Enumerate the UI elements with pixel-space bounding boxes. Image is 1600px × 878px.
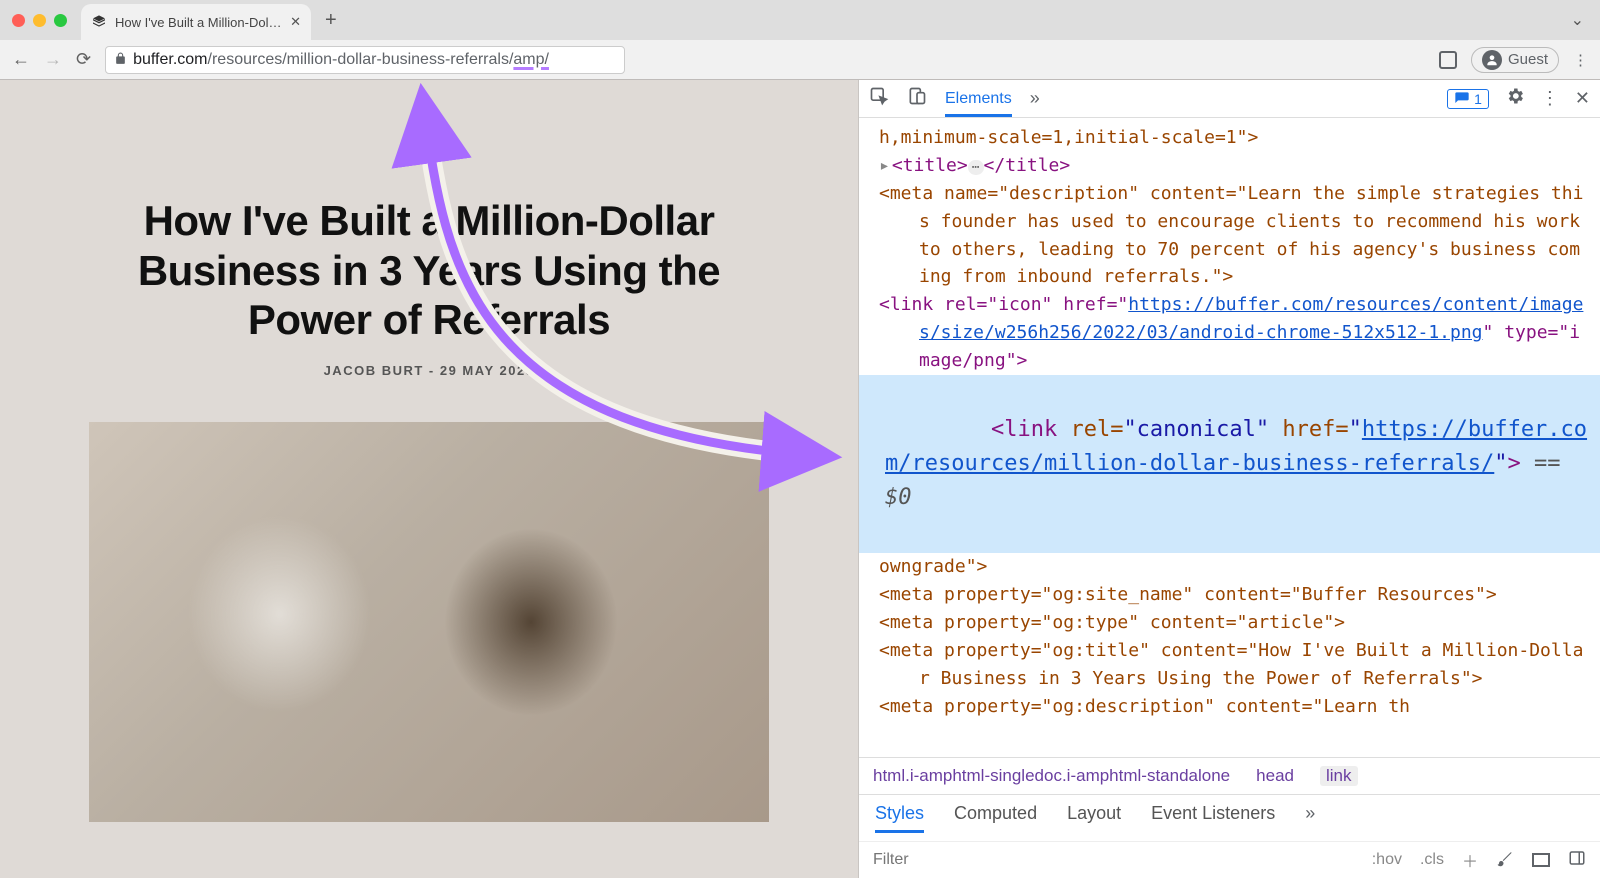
issues-count: 1 — [1474, 91, 1482, 107]
code-line[interactable]: <link rel="icon" href="https://buffer.co… — [859, 291, 1600, 375]
buffer-favicon-icon — [91, 14, 107, 30]
code-line[interactable]: <meta name="description" content="Learn … — [859, 180, 1600, 292]
devtools-panel: Elements » 1 ⋮ ✕ h,minimum-scale=1,initi… — [858, 80, 1600, 878]
tab-title: How I've Built a Million-Dollar B — [115, 15, 282, 30]
tab-elements[interactable]: Elements — [945, 90, 1012, 108]
url-path: /resources/million-dollar-business-refer… — [208, 51, 514, 68]
device-toggle-icon[interactable] — [907, 86, 927, 111]
kebab-menu-icon[interactable]: ⋮ — [1573, 51, 1588, 69]
buffer-logo-icon[interactable] — [0, 130, 858, 168]
tab-computed[interactable]: Computed — [954, 803, 1037, 833]
profile-button[interactable]: Guest — [1471, 47, 1559, 73]
breadcrumb-root[interactable]: html.i-amphtml-singledoc.i-amphtml-stand… — [873, 766, 1230, 786]
tab-bar: How I've Built a Million-Dollar B ✕ + ⌄ — [0, 0, 1600, 40]
lock-icon — [114, 52, 127, 68]
new-style-icon[interactable]: ＋ — [1462, 848, 1478, 872]
tab-layout[interactable]: Layout — [1067, 803, 1121, 833]
minimize-window-button[interactable] — [33, 14, 46, 27]
hero-image — [89, 422, 769, 822]
code-line-title[interactable]: ▸<title>⋯</title> — [859, 152, 1600, 180]
issues-badge[interactable]: 1 — [1447, 89, 1489, 109]
inspect-icon[interactable] — [869, 86, 889, 111]
hov-toggle[interactable]: :hov — [1372, 851, 1402, 869]
devtools-close-icon[interactable]: ✕ — [1575, 88, 1590, 109]
settings-gear-icon[interactable] — [1505, 86, 1525, 111]
styles-overflow-icon[interactable]: » — [1305, 803, 1315, 833]
maximize-window-button[interactable] — [54, 14, 67, 27]
styles-filter-input[interactable] — [873, 851, 973, 869]
computed-box-icon[interactable] — [1532, 853, 1550, 867]
article: How I've Built a Million-Dollar Business… — [0, 80, 858, 822]
devtools-tabbar: Elements » 1 ⋮ ✕ — [859, 80, 1600, 118]
new-tab-button[interactable]: + — [325, 9, 337, 32]
tab-event-listeners[interactable]: Event Listeners — [1151, 803, 1275, 833]
code-line[interactable]: <meta property="og:type" content="articl… — [859, 609, 1600, 637]
styles-tabbar: Styles Computed Layout Event Listeners » — [859, 794, 1600, 841]
browser-chrome: How I've Built a Million-Dollar B ✕ + ⌄ … — [0, 0, 1600, 80]
main-split: How I've Built a Million-Dollar Business… — [0, 80, 1600, 878]
avatar-icon — [1482, 50, 1502, 70]
cls-toggle[interactable]: .cls — [1420, 851, 1444, 869]
page-viewport[interactable]: How I've Built a Million-Dollar Business… — [0, 80, 858, 878]
breadcrumb-link[interactable]: link — [1320, 766, 1358, 786]
article-headline: How I've Built a Million-Dollar Business… — [109, 196, 749, 345]
devtools-menu-icon[interactable]: ⋮ — [1541, 88, 1559, 109]
reload-button[interactable]: ⟳ — [76, 49, 91, 70]
tabs-overflow-icon[interactable]: » — [1030, 88, 1040, 109]
tab-styles[interactable]: Styles — [875, 803, 924, 833]
breadcrumb-head[interactable]: head — [1256, 766, 1294, 786]
close-window-button[interactable] — [12, 14, 25, 27]
back-button[interactable]: ← — [12, 49, 30, 70]
article-byline: JACOB BURT - 29 MAY 2023 — [0, 363, 858, 378]
tab-close-icon[interactable]: ✕ — [290, 14, 301, 30]
styles-side-toggle-icon[interactable] — [1568, 849, 1586, 872]
url-text: buffer.com/resources/million-dollar-busi… — [133, 51, 549, 69]
profile-label: Guest — [1508, 51, 1548, 68]
tabs-overflow-icon[interactable]: ⌄ — [1571, 10, 1584, 30]
elements-breadcrumb[interactable]: html.i-amphtml-singledoc.i-amphtml-stand… — [859, 757, 1600, 794]
url-amp-segment: amp/ — [513, 51, 549, 68]
address-bar[interactable]: buffer.com/resources/million-dollar-busi… — [105, 46, 625, 74]
forward-button[interactable]: → — [44, 49, 62, 70]
code-line[interactable]: <meta property="og:title" content="How I… — [859, 637, 1600, 693]
extensions-icon[interactable] — [1439, 51, 1457, 69]
window-controls — [12, 14, 67, 27]
styles-toolbar: :hov .cls ＋ — [859, 841, 1600, 878]
elements-tree[interactable]: h,minimum-scale=1,initial-scale=1"> ▸<ti… — [859, 118, 1600, 757]
selected-element-line[interactable]: <link rel="canonical" href="https://buff… — [859, 375, 1600, 553]
code-line[interactable]: h,minimum-scale=1,initial-scale=1"> — [859, 124, 1600, 152]
styles-brush-icon[interactable] — [1496, 849, 1514, 872]
toolbar-right: Guest ⋮ — [1439, 47, 1588, 73]
code-line[interactable]: <meta property="og:site_name" content="B… — [859, 581, 1600, 609]
url-host: buffer.com — [133, 51, 207, 68]
code-line[interactable]: <meta property="og:description" content=… — [859, 693, 1600, 721]
toolbar: ← → ⟳ buffer.com/resources/million-dolla… — [0, 40, 1600, 79]
code-line[interactable]: owngrade"> — [859, 553, 1600, 581]
browser-tab[interactable]: How I've Built a Million-Dollar B ✕ — [81, 4, 311, 40]
